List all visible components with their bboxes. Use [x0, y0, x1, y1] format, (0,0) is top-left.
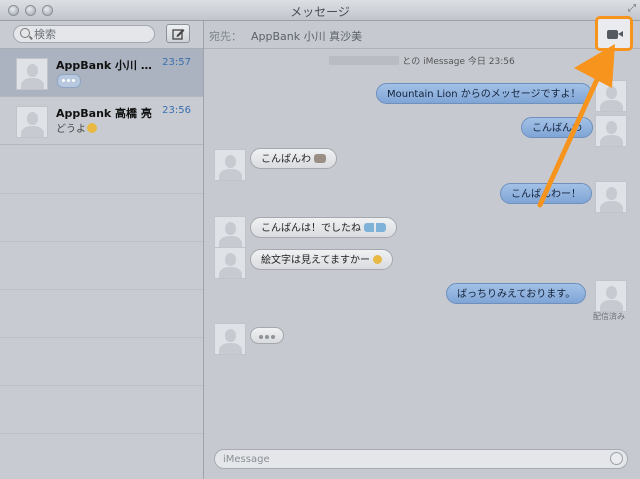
avatar — [595, 115, 627, 147]
conversation-name: AppBank 小川 真… — [56, 59, 162, 72]
typing-indicator-bubble — [250, 327, 284, 344]
compose-icon — [172, 29, 185, 40]
recipient-header: 宛先： AppBank 小川 真沙美 — [204, 16, 640, 51]
message-bubble-outgoing[interactable]: Mountain Lion からのメッセージですよ！ — [376, 83, 592, 104]
conversation-item[interactable]: AppBank 小川 真… 23:57 — [0, 49, 203, 97]
session-info: との iMessage 今日 23:56 — [204, 54, 640, 67]
message-bubble-outgoing[interactable]: ばっちりみえております。 — [446, 283, 587, 304]
redacted-address — [329, 56, 400, 65]
video-camera-icon — [607, 30, 623, 39]
message-text: Mountain Lion からのメッセージですよ！ — [387, 89, 581, 100]
message-compose-field[interactable] — [214, 449, 628, 469]
message-bubble-incoming[interactable]: こんばんわ — [250, 148, 338, 169]
smile-emoji-icon — [87, 123, 97, 133]
list-divider — [0, 193, 203, 194]
session-text: との iMessage 今日 23:56 — [402, 57, 515, 67]
message-bubble-outgoing[interactable]: こんばんわ — [521, 117, 593, 138]
conversation-pane: 宛先： AppBank 小川 真沙美 との iMessage 今日 23:56 … — [204, 16, 640, 479]
avatar — [16, 58, 48, 90]
message-text: こんばんわ — [532, 123, 582, 134]
search-icon — [20, 28, 30, 38]
list-divider — [0, 337, 203, 338]
avatar — [595, 80, 627, 112]
message-text: こんばんわー！ — [511, 189, 581, 200]
avatar — [214, 323, 246, 355]
conversation-time: 23:56 — [162, 105, 191, 116]
search-field[interactable] — [13, 25, 155, 43]
sweat-emoji-icon — [364, 223, 387, 232]
conversation-time: 23:57 — [162, 57, 191, 68]
message-bubble-incoming[interactable]: 絵文字は見えてますかー — [250, 249, 394, 270]
title-bar: メッセージ ⤢ — [0, 0, 640, 21]
typing-indicator — [57, 74, 81, 88]
bunny-emoji-icon — [314, 154, 327, 163]
list-divider — [0, 241, 203, 242]
facetime-video-button[interactable] — [595, 16, 633, 51]
conversation-preview: どうよ — [56, 120, 97, 135]
message-text: こんばんわ — [261, 154, 311, 165]
recipient-name[interactable]: AppBank 小川 真沙美 — [251, 28, 362, 44]
message-text: ばっちりみえております。 — [457, 289, 576, 300]
avatar — [16, 106, 48, 138]
sidebar: AppBank 小川 真… 23:57 AppBank 高橋 亮 23:56 ど… — [0, 21, 204, 479]
list-divider — [0, 433, 203, 434]
emoji-picker-icon[interactable] — [610, 452, 623, 465]
avatar — [595, 280, 627, 312]
message-text: こんばんは！でしたね — [261, 223, 361, 234]
message-input[interactable] — [223, 452, 593, 466]
list-divider — [0, 289, 203, 290]
message-text: 絵文字は見えてますかー — [261, 255, 370, 266]
message-bubble-outgoing[interactable]: こんばんわー！ — [500, 183, 592, 204]
avatar — [595, 181, 627, 213]
to-label: 宛先： — [209, 30, 242, 43]
new-message-button[interactable] — [166, 24, 190, 43]
messages-window: メッセージ ⤢ AppBank 小川 真… 23:57 AppBank 高橋 亮 — [0, 0, 640, 479]
fullscreen-icon[interactable]: ⤢ — [628, 3, 636, 14]
conversation-name: AppBank 高橋 亮 — [56, 107, 152, 120]
message-bubble-incoming[interactable]: こんばんは！でしたね — [250, 217, 398, 238]
avatar — [214, 149, 246, 181]
delivered-status: 配信済み — [593, 312, 625, 321]
search-input[interactable] — [34, 27, 149, 41]
smile-emoji-icon — [373, 255, 383, 264]
avatar — [214, 216, 246, 248]
window-title: メッセージ — [290, 5, 350, 19]
conversation-item[interactable]: AppBank 高橋 亮 23:56 どうよ — [0, 97, 203, 145]
avatar — [214, 247, 246, 279]
list-divider — [0, 385, 203, 386]
preview-text: どうよ — [56, 124, 86, 135]
